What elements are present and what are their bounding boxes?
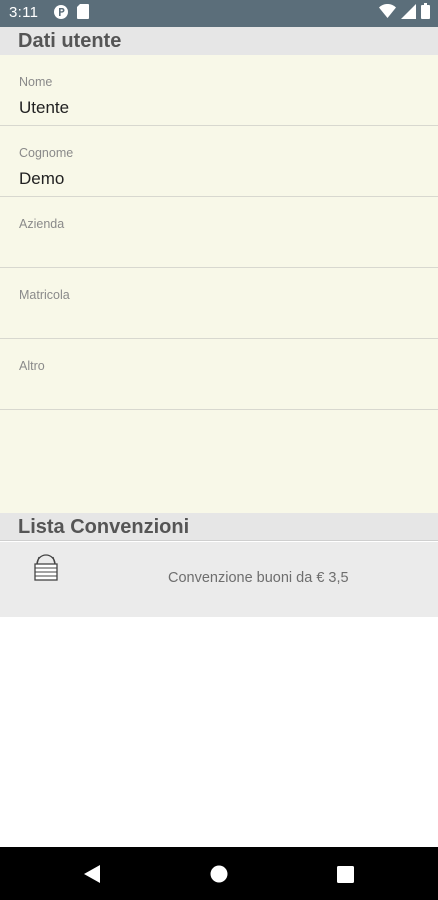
field-matricola[interactable]: Matricola [0,268,438,339]
conventions-header: Lista Convenzioni [0,513,438,541]
cellular-signal-icon [401,3,416,24]
field-label: Cognome [19,146,74,160]
field-label: Matricola [19,288,70,302]
list-item[interactable]: Convenzione buoni da € 3,5 [0,542,438,617]
navigation-bar [0,847,438,900]
field-altro[interactable]: Altro [0,339,438,410]
status-bar: 3:11 [0,0,438,27]
voucher-stack-icon [33,553,59,583]
field-azienda[interactable]: Azienda [0,197,438,268]
status-icons-right [379,3,430,24]
notification-p-icon [53,4,69,25]
app-screen: 3:11 Dati utente Nome Utente Cognome Dem… [0,0,438,900]
recents-icon[interactable] [333,862,357,886]
sim-card-icon [77,4,89,24]
back-icon[interactable] [80,862,104,886]
user-data-panel: Nome Utente Cognome Demo Azienda Matrico… [0,55,438,513]
field-nome[interactable]: Nome Utente [0,55,438,126]
battery-icon [421,3,430,24]
field-value[interactable]: Utente [19,98,69,118]
field-label: Nome [19,75,53,89]
home-icon[interactable] [207,862,231,886]
status-icons-left [53,4,89,25]
field-label: Altro [19,359,45,373]
user-data-header: Dati utente [0,27,438,55]
field-cognome[interactable]: Cognome Demo [0,126,438,197]
field-value[interactable]: Demo [19,169,64,189]
conventions-list: Convenzione buoni da € 3,5 [0,542,438,617]
wifi-icon [379,3,396,23]
status-time: 3:11 [9,4,39,21]
field-label: Azienda [19,217,65,231]
convention-label: Convenzione buoni da € 3,5 [168,570,349,586]
